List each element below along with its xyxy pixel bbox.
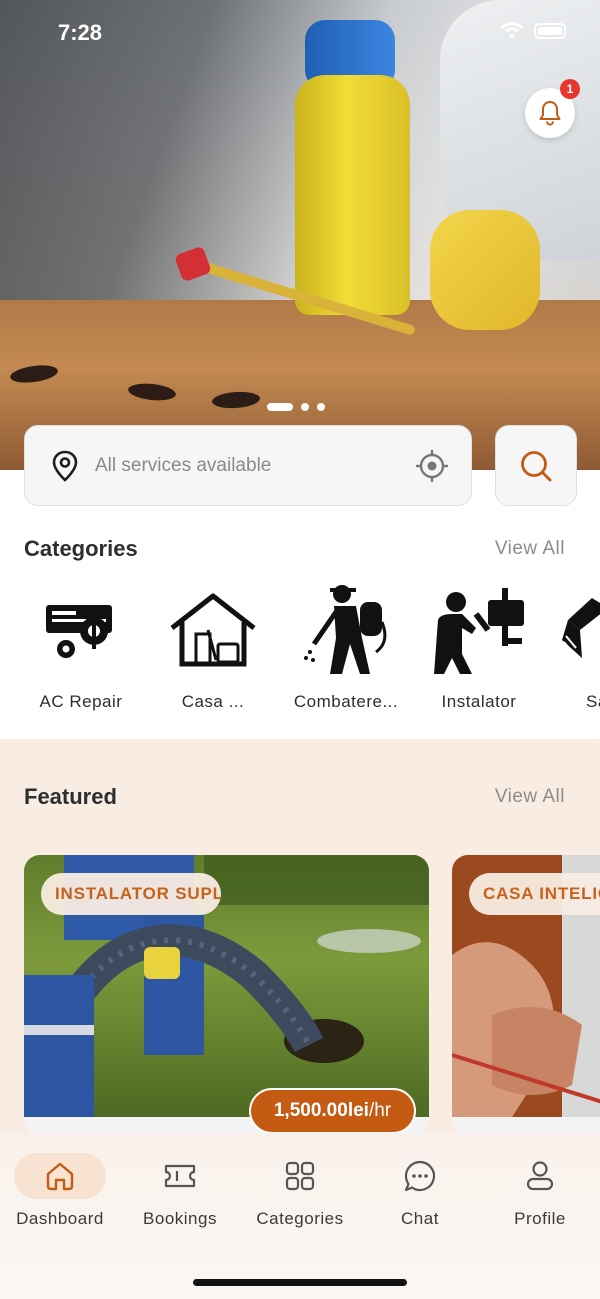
wifi-icon (501, 22, 523, 39)
search-button[interactable] (495, 425, 577, 506)
hero-banner[interactable] (0, 0, 600, 470)
notification-badge: 1 (560, 79, 580, 99)
status-icons (500, 22, 566, 40)
category-item-sa[interactable]: Sa (552, 580, 600, 712)
hero-sprayer-tank (295, 75, 410, 315)
plumber-icon (434, 588, 524, 674)
chat-bubble-icon (404, 1160, 436, 1192)
category-label: Sa (586, 692, 600, 711)
category-label: Casa ... (181, 692, 245, 711)
tab-bookings[interactable]: Bookings (120, 1153, 240, 1229)
brush-icon (562, 598, 600, 658)
category-item-ac-repair[interactable]: AC Repair (21, 580, 141, 712)
category-item-combatere[interactable]: Combatere... (286, 580, 406, 712)
home-icon (46, 1162, 74, 1191)
search-icon (521, 450, 552, 481)
ticket-icon (164, 1164, 196, 1188)
featured-header: Featured View All (24, 784, 565, 810)
hero-glove (430, 210, 540, 330)
category-item-instalator[interactable]: Instalator (419, 580, 539, 712)
featured-view-all-link[interactable]: View All (495, 786, 565, 808)
status-time: 7:28 (58, 20, 103, 45)
service-category-badge: CASA INTELIG (469, 873, 600, 915)
bell-icon (539, 101, 561, 126)
search-placeholder: All services available (95, 454, 272, 476)
category-list: AC Repair Casa ... Combatere... Instalat… (0, 580, 600, 720)
tab-categories[interactable]: Categories (240, 1153, 360, 1229)
tab-label: Dashboard (16, 1209, 104, 1228)
tab-dashboard[interactable]: Dashboard (0, 1153, 120, 1229)
tab-label: Categories (256, 1209, 344, 1228)
tab-profile[interactable]: Profile (480, 1153, 600, 1229)
tab-chat[interactable]: Chat (360, 1153, 480, 1229)
category-item-casa[interactable]: Casa ... (153, 580, 273, 712)
ac-repair-icon (46, 605, 112, 658)
home-indicator[interactable] (193, 1279, 407, 1286)
service-category-badge: INSTALATOR SUPLI (41, 873, 221, 915)
pest-control-icon (304, 585, 387, 674)
price-unit: /hr (368, 1100, 392, 1121)
grid-icon (285, 1161, 315, 1191)
current-location-icon[interactable] (415, 449, 449, 483)
categories-title: Categories (24, 536, 138, 561)
carousel-indicator (267, 403, 325, 411)
tab-label: Profile (514, 1209, 566, 1228)
carousel-dot[interactable] (301, 403, 309, 411)
price-value: 1,500.00lei (273, 1100, 369, 1121)
bottom-tab-bar: Dashboard Bookings Categories Chat Profi… (0, 1133, 600, 1299)
category-label: Instalator (441, 692, 517, 711)
location-search-field[interactable]: All services available (24, 425, 472, 506)
category-label: Combatere... (293, 692, 399, 711)
carousel-dot[interactable] (317, 403, 325, 411)
featured-title: Featured (24, 784, 117, 809)
location-pin-icon (52, 450, 78, 482)
category-label: AC Repair (39, 692, 123, 711)
house-cleaning-icon (170, 593, 256, 667)
price-tag: 1,500.00lei/hr (249, 1088, 416, 1134)
user-icon (526, 1161, 554, 1191)
categories-view-all-link[interactable]: View All (495, 538, 565, 560)
battery-icon (534, 23, 566, 39)
categories-header: Categories View All (24, 536, 565, 562)
carousel-dot[interactable] (267, 403, 293, 411)
tab-label: Bookings (143, 1209, 217, 1228)
tab-label: Chat (401, 1209, 439, 1228)
featured-card[interactable]: CASA INTELIG (452, 855, 600, 1135)
